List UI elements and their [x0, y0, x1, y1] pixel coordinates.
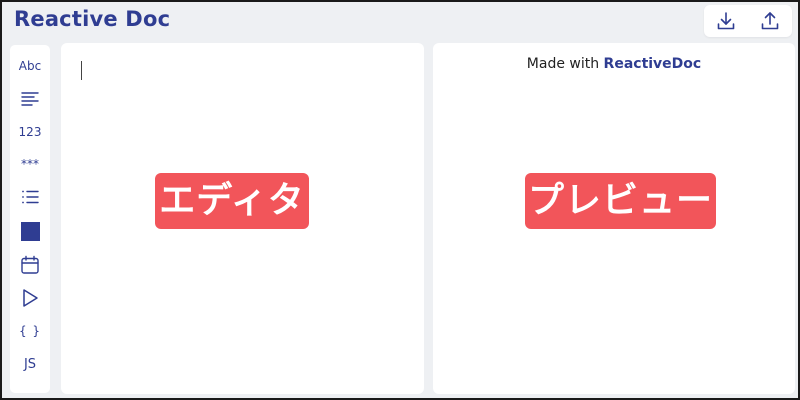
- editor-overlay-label: エディタ: [155, 173, 309, 229]
- sidebar-item-textarea[interactable]: [10, 86, 50, 112]
- calendar-icon: [21, 255, 39, 274]
- component-sidebar: Abc 123 *** {} JS: [10, 45, 50, 393]
- upload-button[interactable]: [757, 8, 783, 34]
- sidebar-item-list[interactable]: [10, 184, 50, 210]
- sidebar-item-javascript[interactable]: JS: [10, 351, 50, 377]
- code-braces-icon: { }: [18, 324, 42, 338]
- preview-panel: Made with ReactiveDoc プレビュー: [433, 43, 795, 394]
- color-picker-icon: [20, 221, 40, 241]
- sidebar-item-text-input[interactable]: Abc: [10, 53, 50, 79]
- textarea-icon: [21, 92, 39, 106]
- upload-icon: [761, 12, 779, 30]
- made-with-brand-link[interactable]: ReactiveDoc: [604, 56, 702, 72]
- sidebar-item-date-picker[interactable]: [10, 252, 50, 278]
- sidebar-item-button[interactable]: [10, 285, 50, 311]
- list-icon: [22, 190, 39, 204]
- sidebar-item-code-block[interactable]: { }: [10, 318, 50, 344]
- made-with-credit: Made with ReactiveDoc: [433, 56, 795, 72]
- text-caret: [81, 61, 82, 80]
- sidebar-item-number-input[interactable]: 123: [10, 119, 50, 145]
- javascript-icon: JS: [23, 356, 37, 372]
- preview-overlay-label: プレビュー: [525, 173, 716, 229]
- sidebar-item-color-picker[interactable]: [10, 218, 50, 244]
- sidebar-item-password-input[interactable]: ***: [10, 151, 50, 177]
- number-input-icon: 123: [18, 125, 42, 139]
- download-button[interactable]: [713, 8, 739, 34]
- editor-panel[interactable]: エディタ: [61, 43, 424, 394]
- made-with-prefix: Made with: [526, 56, 600, 72]
- password-input-icon: ***: [21, 157, 39, 171]
- text-input-icon: Abc: [18, 59, 42, 73]
- app-title: Reactive Doc: [14, 7, 171, 31]
- header-actions: [704, 5, 792, 37]
- play-icon: [23, 289, 38, 307]
- app-window: Reactive Doc Abc 123 *** {} JS エディタ Mad…: [0, 0, 800, 400]
- download-icon: [717, 12, 735, 30]
